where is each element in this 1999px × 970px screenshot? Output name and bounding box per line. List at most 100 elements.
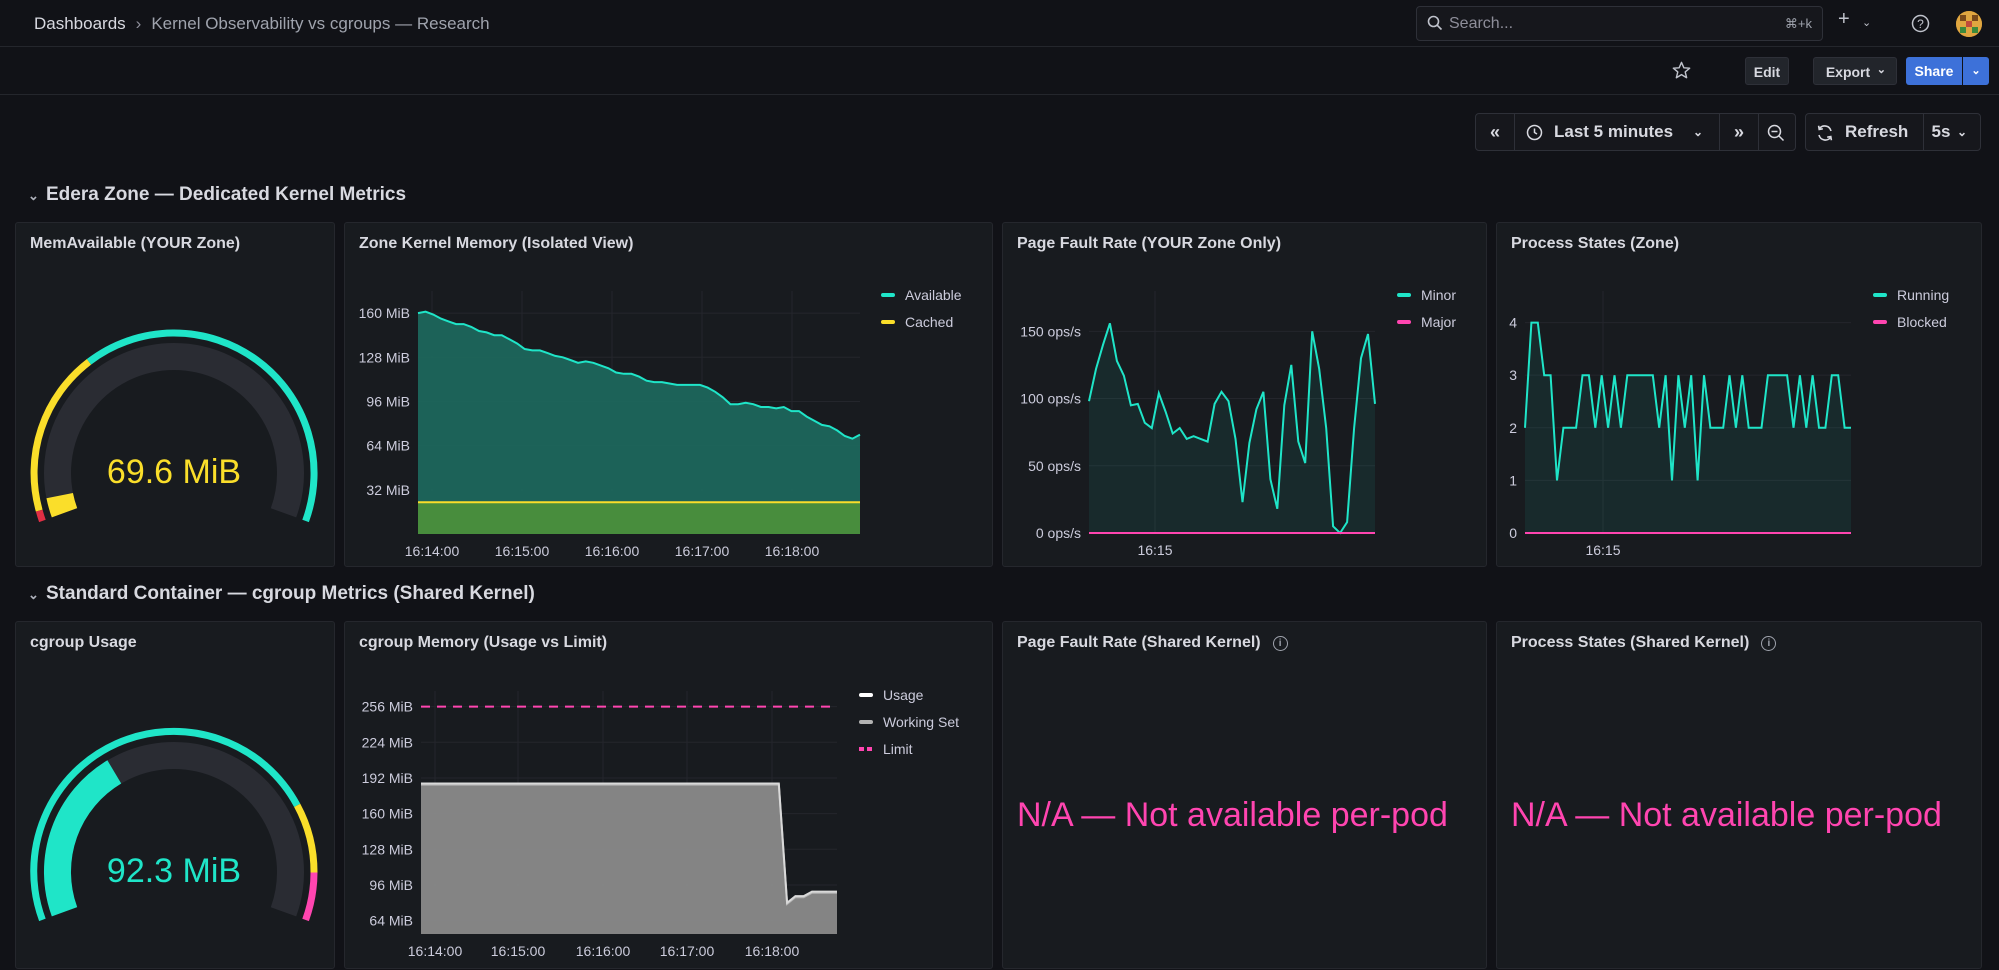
refresh-button[interactable]: Refresh (1845, 114, 1908, 150)
legend-label: Working Set (883, 714, 959, 730)
info-icon[interactable]: i (1272, 636, 1288, 651)
chart-page-fault-zone: 150 ops/s 100 ops/s 50 ops/s 0 ops/s 16:15 Mi… (1020, 287, 1456, 558)
x-tick-label: 16:14:00 (405, 543, 460, 559)
y-tick-label: 160 MiB (359, 305, 410, 321)
time-range-picker[interactable]: Last 5 minutes (1554, 114, 1673, 150)
breadcrumb-current: Kernel Observability vs cgroups — Resear… (151, 14, 490, 33)
panel-process-states-shared[interactable]: Process States (Shared Kernel) i N/A — No… (1496, 621, 1982, 969)
y-tick-label: 96 MiB (366, 393, 410, 409)
legend-swatch (1397, 293, 1411, 297)
gauge-value-text: 92.3 MiB (107, 852, 241, 890)
x-tick-label: 16:14:00 (408, 943, 463, 959)
panel-mem-available[interactable]: MemAvailable (YOUR Zone) 69.6 MiB (15, 222, 335, 567)
share-menu-button[interactable]: ⌄ (1963, 57, 1989, 85)
refresh-icon (1817, 125, 1833, 141)
y-tick-label: 128 MiB (362, 841, 413, 857)
y-tick-label: 160 MiB (362, 806, 413, 822)
legend-swatch (1873, 320, 1887, 324)
x-tick-label: 16:15:00 (491, 943, 546, 959)
y-tick-label: 0 ops/s (1036, 525, 1081, 541)
y-tick-label: 1 (1509, 472, 1517, 488)
not-available-text: N/A — Not available per-pod (1017, 796, 1448, 834)
legend-swatch (859, 720, 873, 724)
x-tick-label: 16:16:00 (585, 543, 640, 559)
x-tick-label: 16:18:00 (745, 943, 800, 959)
info-icon[interactable]: i (1761, 636, 1777, 651)
time-picker-group: « Last 5 minutes ⌄ » (1475, 113, 1796, 151)
not-available-text: N/A — Not available per-pod (1511, 796, 1942, 834)
chevron-down-icon: ⌄ (1876, 64, 1886, 76)
gauge-cgroup-usage: 92.3 MiB (30, 727, 318, 922)
legend-label: Running (1897, 287, 1949, 303)
chevron-down-icon: ⌄ (1956, 125, 1968, 139)
legend-label: Minor (1421, 287, 1456, 303)
time-shift-forward-icon[interactable]: » (1720, 114, 1758, 150)
avatar[interactable] (1956, 11, 1982, 37)
panel-process-states-zone[interactable]: Process States (Zone) 4 3 2 1 0 16:15 Running B… (1496, 222, 1982, 567)
gauge-value-arc (46, 492, 78, 518)
y-tick-label: 32 MiB (366, 482, 410, 498)
y-tick-label: 150 ops/s (1020, 323, 1081, 339)
panel-cgroup-usage[interactable]: cgroup Usage 92.3 MiB (15, 621, 335, 969)
panel-cgroup-memory[interactable]: cgroup Memory (Usage vs Limit) 256 MiB 22… (344, 621, 993, 969)
divider (1514, 114, 1515, 150)
legend-swatch (1397, 320, 1411, 324)
y-tick-label: 2 (1509, 420, 1517, 436)
clock-icon (1526, 124, 1543, 141)
refresh-interval-picker[interactable]: 5s (1928, 114, 1954, 150)
legend-label: Cached (905, 314, 953, 330)
help-icon[interactable]: ? (1911, 14, 1930, 33)
panel-page-fault-zone[interactable]: Page Fault Rate (YOUR Zone Only) 150 ops… (1002, 222, 1487, 567)
row-header-standard-container[interactable]: ⌄ Standard Container — cgroup Metrics (Sh… (28, 583, 535, 605)
gauge-threshold-arc (35, 509, 46, 523)
panel-title: Process States (Shared Kernel) i (1511, 634, 1777, 652)
avatar-image (1956, 11, 1982, 37)
panel-page-fault-shared[interactable]: Page Fault Rate (Shared Kernel) i N/A — N… (1002, 621, 1487, 969)
x-tick-label: 16:15:00 (495, 543, 550, 559)
divider (1758, 114, 1759, 150)
gauge-value-text: 69.6 MiB (107, 453, 241, 491)
export-button[interactable]: Export ⌄ (1813, 57, 1897, 85)
y-tick-label: 50 ops/s (1028, 458, 1081, 474)
y-tick-label: 64 MiB (366, 438, 410, 454)
edit-button[interactable]: Edit (1745, 57, 1789, 85)
search-placeholder: Search... (1449, 15, 1514, 32)
y-tick-label: 0 (1509, 525, 1517, 541)
add-icon[interactable]: + (1838, 8, 1850, 31)
breadcrumb-separator: › (135, 14, 142, 33)
series-area-available (418, 311, 860, 534)
zoom-out-icon[interactable] (1767, 124, 1785, 142)
divider (1923, 114, 1924, 150)
chevron-down-icon: ⌄ (28, 587, 39, 602)
row-title: Edera Zone — Dedicated Kernel Metrics (46, 184, 407, 205)
search-shortcut: ⌘+k (1784, 16, 1812, 31)
y-tick-label: 100 ops/s (1020, 391, 1081, 407)
chevron-down-icon: ⌄ (28, 188, 39, 203)
x-tick-label: 16:16:00 (576, 943, 631, 959)
gauge-threshold-arc (302, 872, 318, 922)
x-tick-label: 16:17:00 (675, 543, 730, 559)
y-tick-label: 96 MiB (369, 877, 413, 893)
x-tick-label: 16:15 (1137, 542, 1172, 558)
row-header-edera-zone[interactable]: ⌄ Edera Zone — Dedicated Kernel Metrics (28, 184, 406, 206)
share-button[interactable]: Share (1906, 57, 1962, 85)
x-tick-label: 16:18:00 (765, 543, 820, 559)
chevron-down-icon[interactable]: ⌄ (1862, 16, 1871, 29)
dashboard-toolbar: Edit Export ⌄ Share ⌄ (0, 47, 1999, 95)
y-tick-label: 256 MiB (362, 699, 413, 715)
legend-swatch (859, 693, 873, 697)
y-tick-label: 64 MiB (369, 913, 413, 929)
search-input[interactable]: Search... ⌘+k (1416, 6, 1823, 41)
panel-zone-kernel-memory[interactable]: Zone Kernel Memory (Isolated View) 160 M… (344, 222, 993, 567)
row-title: Standard Container — cgroup Metrics (Sha… (46, 583, 535, 604)
svg-text:?: ? (1917, 17, 1924, 31)
refresh-picker-group: Refresh 5s ⌄ (1805, 113, 1981, 151)
x-tick-label: 16:17:00 (660, 943, 715, 959)
star-icon[interactable] (1672, 61, 1691, 80)
chart-zone-kernel-memory: 160 MiB 128 MiB 96 MiB 64 MiB 32 MiB 16:14:00… (359, 287, 962, 559)
time-shift-back-icon[interactable]: « (1476, 114, 1514, 150)
breadcrumb-dashboards[interactable]: Dashboards (34, 14, 126, 33)
chart-cgroup-memory: 256 MiB 224 MiB 192 MiB 160 MiB 128 MiB 96 Mi… (362, 687, 959, 959)
series-area-cached (418, 502, 860, 534)
y-tick-label: 192 MiB (362, 770, 413, 786)
